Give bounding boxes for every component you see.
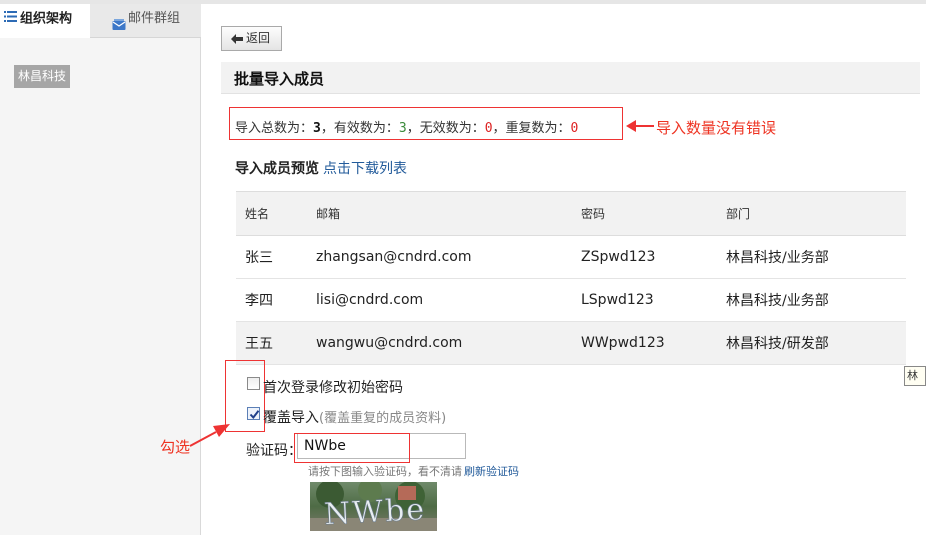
overwrite-import-checkbox[interactable] — [247, 407, 260, 420]
department-node[interactable]: 林昌科技 — [14, 65, 71, 88]
edge-tooltip: 林 — [904, 366, 926, 386]
annotation-arrow-up-right-icon — [189, 424, 230, 447]
table-row: 张三 zhangsan@cndrd.com ZSpwd123 林昌科技/业务部 — [236, 235, 906, 279]
table-row: 王五 wangwu@cndrd.com WWpwd123 林昌科技/研发部 — [236, 321, 906, 365]
first-login-change-checkbox[interactable] — [247, 377, 260, 390]
table-header-row: 姓名 邮箱 密码 部门 — [236, 191, 906, 236]
annotation-check-note: 勾选 — [160, 438, 191, 456]
checkmark-icon — [249, 410, 260, 420]
invalid-count: 0 — [484, 121, 493, 136]
preview-title: 导入成员预览 — [235, 161, 319, 177]
sidebar-tabs: 组织架构 邮件群组 — [0, 4, 201, 38]
tab-mail-label: 邮件群组 — [128, 11, 181, 26]
valid-count: 3 — [398, 121, 407, 136]
cell-password: ZSpwd123 — [571, 235, 716, 279]
cell-password: LSpwd123 — [571, 278, 716, 322]
captcha-input[interactable] — [297, 433, 466, 459]
total-label: 导入总数为： — [235, 121, 314, 136]
cell-name: 张三 — [236, 235, 306, 279]
captcha-image[interactable]: NWbe — [310, 482, 437, 531]
first-login-change-label[interactable]: 首次登录修改初始密码 — [263, 377, 403, 397]
total-count: 3 — [313, 121, 321, 136]
download-list-link[interactable]: 点击下载列表 — [323, 161, 407, 177]
arrow-left-icon — [231, 34, 243, 44]
cell-email: zhangsan@cndrd.com — [306, 235, 571, 279]
cell-password: WWpwd123 — [571, 321, 716, 365]
back-label: 返回 — [246, 31, 271, 45]
duplicate-label: ，重复数为： — [492, 121, 571, 136]
annotation-arrow-left-icon — [626, 120, 654, 132]
table-row: 李四 lisi@cndrd.com LSpwd123 林昌科技/业务部 — [236, 278, 906, 322]
refresh-captcha-link[interactable]: 刷新验证码 — [464, 465, 519, 478]
invalid-label: ，无效数为： — [406, 121, 485, 136]
overwrite-import-hint: (覆盖重复的成员资料) — [319, 411, 447, 426]
page-title: 批量导入成员 — [234, 70, 325, 88]
list-icon — [4, 4, 17, 34]
tab-org-structure[interactable]: 组织架构 — [0, 4, 90, 38]
captcha-help: 请按下图输入验证码，看不清请 刷新验证码 — [308, 463, 519, 479]
column-header-password: 密码 — [571, 191, 716, 236]
tab-org-label: 组织架构 — [20, 11, 73, 27]
duplicate-count: 0 — [570, 121, 579, 136]
member-preview-table: 姓名 邮箱 密码 部门 张三 zhangsan@cndrd.com ZSpwd1… — [236, 191, 906, 365]
import-stats: 导入总数为：3，有效数为：3，无效数为：0，重复数为：0 — [235, 117, 578, 136]
captcha-help-text: 请按下图输入验证码，看不清请 — [308, 465, 462, 478]
captcha-label: 验证码： — [246, 443, 302, 459]
title-bar: 批量导入成员 — [221, 62, 920, 94]
cell-email: lisi@cndrd.com — [306, 278, 571, 322]
cell-dept: 林昌科技/业务部 — [716, 235, 906, 279]
tab-mail-group[interactable]: 邮件群组 — [90, 4, 201, 38]
cell-email: wangwu@cndrd.com — [306, 321, 571, 365]
import-stats-highlight: 导入总数为：3，有效数为：3，无效数为：0，重复数为：0 — [229, 107, 623, 140]
back-button[interactable]: 返回 — [221, 26, 282, 51]
cell-dept: 林昌科技/研发部 — [716, 321, 906, 365]
column-header-name: 姓名 — [236, 191, 306, 236]
captcha-image-text: NWbe — [323, 492, 427, 531]
overwrite-import-label: 覆盖导入 — [263, 410, 319, 426]
column-header-dept: 部门 — [716, 191, 906, 236]
column-header-email: 邮箱 — [306, 191, 571, 236]
valid-label: ，有效数为： — [320, 121, 399, 136]
cell-dept: 林昌科技/业务部 — [716, 278, 906, 322]
preview-heading: 导入成员预览 点击下载列表 — [235, 158, 407, 178]
annotation-count-note: 导入数量没有错误 — [656, 119, 777, 137]
cell-name: 王五 — [236, 321, 306, 365]
overwrite-import-option[interactable]: 覆盖导入(覆盖重复的成员资料) — [263, 407, 446, 427]
cell-name: 李四 — [236, 278, 306, 322]
mail-group-icon — [112, 13, 126, 43]
